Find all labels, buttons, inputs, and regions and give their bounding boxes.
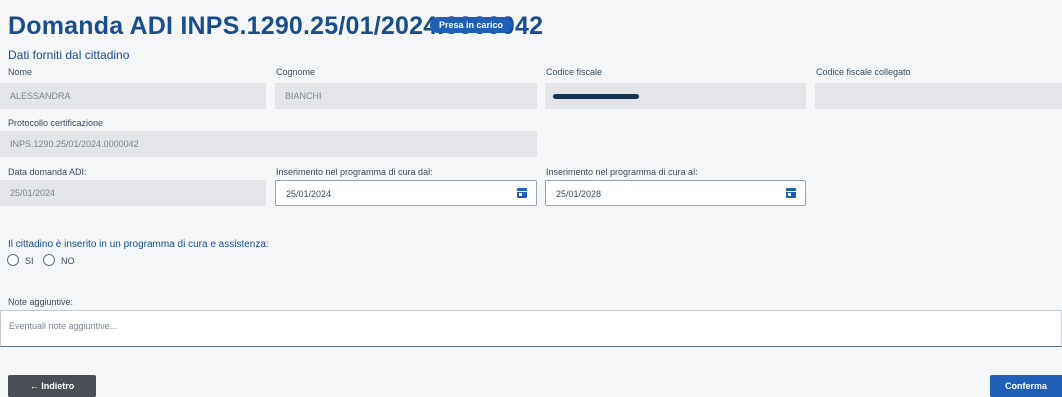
nome-label: Nome [8, 67, 33, 77]
cognome-label: Cognome [276, 67, 316, 77]
cognome-field: BIANCHI [275, 83, 537, 109]
confirm-button[interactable]: Conferma [990, 375, 1062, 397]
section-title: Dati forniti dal cittadino [8, 48, 130, 62]
programma-al-label: Inserimento nel programma di cura al: [546, 167, 698, 177]
status-badge: Presa in carico [430, 17, 513, 33]
calendar-icon[interactable] [517, 188, 527, 198]
notes-label: Note aggiuntive: [8, 297, 74, 307]
radio-no[interactable] [43, 254, 55, 266]
programma-dal-label: Inserimento nel programma di cura dal: [276, 167, 433, 177]
cf-collegato-label: Codice fiscale collegato [816, 67, 911, 77]
data-domanda-label: Data domanda ADI: [8, 167, 87, 177]
redacted-value [553, 94, 639, 99]
calendar-icon[interactable] [786, 188, 796, 198]
cf-collegato-field [815, 83, 1062, 109]
codice-fiscale-field [545, 83, 806, 109]
protocollo-field: INPS.1290.25/01/2024.0000042 [0, 131, 537, 157]
programma-dal-input[interactable]: 25/01/2024 [275, 180, 537, 206]
programma-al-value: 25/01/2028 [556, 189, 602, 199]
notes-textarea[interactable]: Eventuali note aggiuntive... [0, 310, 1062, 347]
radio-si-label[interactable]: SI [25, 256, 34, 266]
protocollo-label: Protocollo certificazione [8, 118, 104, 128]
codice-fiscale-label: Codice fiscale [546, 67, 603, 77]
back-button[interactable]: ← Indietro [8, 375, 96, 397]
data-domanda-field: 25/01/2024 [0, 180, 266, 206]
radio-no-label[interactable]: NO [61, 256, 75, 266]
radio-si[interactable] [7, 254, 19, 266]
programma-dal-value: 25/01/2024 [286, 189, 332, 199]
programma-question: Il cittadino è inserito in un programma … [8, 239, 269, 250]
nome-field: ALESSANDRA [0, 83, 266, 109]
programma-al-input[interactable]: 25/01/2028 [545, 180, 806, 206]
